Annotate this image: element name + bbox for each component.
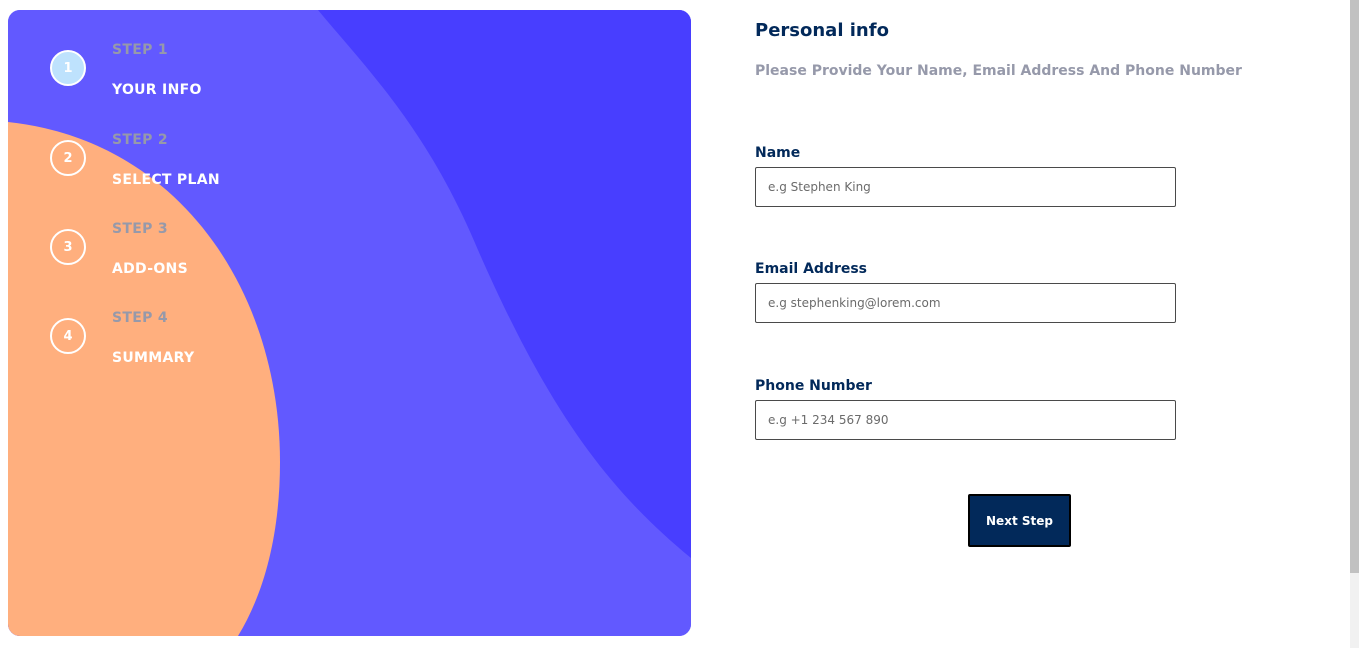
phone-label: Phone Number	[755, 378, 872, 394]
step-caption-2: STEP 2	[112, 132, 168, 148]
scrollbar-thumb[interactable]	[1350, 0, 1359, 573]
step-title-3: ADD-ONS	[112, 261, 188, 277]
step-caption-1: STEP 1	[112, 42, 168, 58]
step-number-4: 4	[50, 318, 86, 354]
step-3[interactable]: 3 STEP 3 ADD-ONS	[8, 189, 691, 277]
sidebar: 1 STEP 1 YOUR INFO 2 STEP 2 SELECT PLAN …	[8, 10, 691, 636]
step-title-4: SUMMARY	[112, 350, 195, 366]
step-number-2: 2	[50, 140, 86, 176]
step-title-2: SELECT PLAN	[112, 172, 220, 188]
page-title: Personal info	[755, 20, 889, 41]
step-caption-4: STEP 4	[112, 310, 168, 326]
personal-info-form: Personal info Please Provide Your Name, …	[755, 0, 1315, 648]
page-subtitle: Please Provide Your Name, Email Address …	[755, 63, 1242, 79]
step-1[interactable]: 1 STEP 1 YOUR INFO	[8, 10, 691, 98]
name-label: Name	[755, 145, 801, 161]
email-input[interactable]	[755, 283, 1176, 323]
step-list: 1 STEP 1 YOUR INFO 2 STEP 2 SELECT PLAN …	[8, 10, 691, 636]
scrollbar[interactable]	[1350, 0, 1359, 648]
phone-input[interactable]	[755, 400, 1176, 440]
step-2[interactable]: 2 STEP 2 SELECT PLAN	[8, 100, 691, 188]
step-number-3: 3	[50, 229, 86, 265]
step-title-1: YOUR INFO	[112, 82, 202, 98]
step-4[interactable]: 4 STEP 4 SUMMARY	[8, 278, 691, 366]
next-step-button[interactable]: Next Step	[968, 494, 1071, 547]
step-number-1: 1	[50, 50, 86, 86]
step-caption-3: STEP 3	[112, 221, 168, 237]
email-label: Email Address	[755, 261, 868, 277]
name-input[interactable]	[755, 167, 1176, 207]
